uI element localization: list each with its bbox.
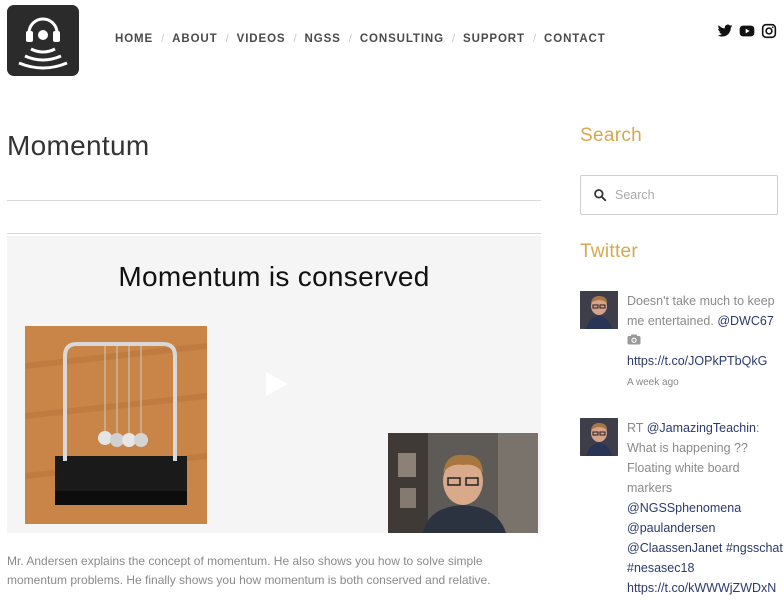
newtons-cradle-image: [25, 326, 207, 524]
tweet-mention-link[interactable]: @JamazingTeachin: [647, 421, 756, 435]
page-title: Momentum: [7, 130, 150, 161]
nav-consulting[interactable]: CONSULTING: [360, 33, 444, 45]
divider: [7, 233, 541, 234]
tweet-prefix: RT: [627, 421, 647, 435]
twitter-icon[interactable]: [717, 23, 733, 39]
nav-separator: /: [532, 33, 537, 45]
tweet-link[interactable]: https://t.co/kWWWjZWDxN: [627, 581, 776, 595]
nav-ngss[interactable]: NGSS: [305, 33, 341, 45]
tweet-text: RT @JamazingTeachin: What is happening ?…: [627, 418, 784, 598]
main-nav: HOME / ABOUT / VIDEOS / NGSS / CONSULTIN…: [114, 33, 607, 45]
nav-separator: /: [161, 33, 165, 45]
nav-videos[interactable]: VIDEOS: [237, 33, 286, 45]
headphones-logo-icon: [18, 17, 68, 70]
social-links: [717, 23, 777, 39]
video-description: Mr. Andersen explains the concept of mom…: [7, 554, 491, 587]
nav-separator: /: [225, 33, 229, 45]
search-icon: [594, 189, 607, 202]
instagram-icon[interactable]: [761, 23, 777, 39]
webcam-overlay-image: [388, 433, 538, 533]
twitter-heading: Twitter: [580, 241, 639, 262]
play-icon[interactable]: [260, 369, 290, 399]
camera-icon: [627, 334, 641, 348]
search-input[interactable]: [615, 188, 765, 202]
tweet-link[interactable]: https://t.co/JOPkPTbQkG: [627, 354, 767, 368]
avatar[interactable]: [580, 291, 618, 329]
youtube-icon[interactable]: [739, 23, 755, 39]
search-heading: Search: [580, 125, 643, 146]
site-logo[interactable]: [7, 5, 79, 76]
nav-contact[interactable]: CONTACT: [544, 33, 606, 45]
divider: [7, 200, 541, 201]
nav-separator: /: [451, 33, 456, 45]
tweet-text: Doesn't take much to keep me entertained…: [627, 291, 784, 393]
video-slide-title: Momentum is conserved: [118, 261, 430, 292]
tweet-mentions-links[interactable]: @NGSSphenomena @paulandersen @ClaassenJa…: [627, 501, 783, 575]
nav-separator: /: [293, 33, 297, 45]
search-box: [580, 175, 778, 215]
nav-separator: /: [348, 33, 352, 45]
avatar[interactable]: [580, 418, 618, 456]
tweet-timestamp[interactable]: A week ago: [627, 373, 784, 393]
nav-home[interactable]: HOME: [115, 33, 153, 45]
nav-support[interactable]: SUPPORT: [463, 33, 525, 45]
tweet-mention-link[interactable]: @DWC67: [717, 314, 773, 328]
nav-about[interactable]: ABOUT: [172, 33, 217, 45]
video-player[interactable]: Momentum is conserved: [7, 236, 541, 533]
